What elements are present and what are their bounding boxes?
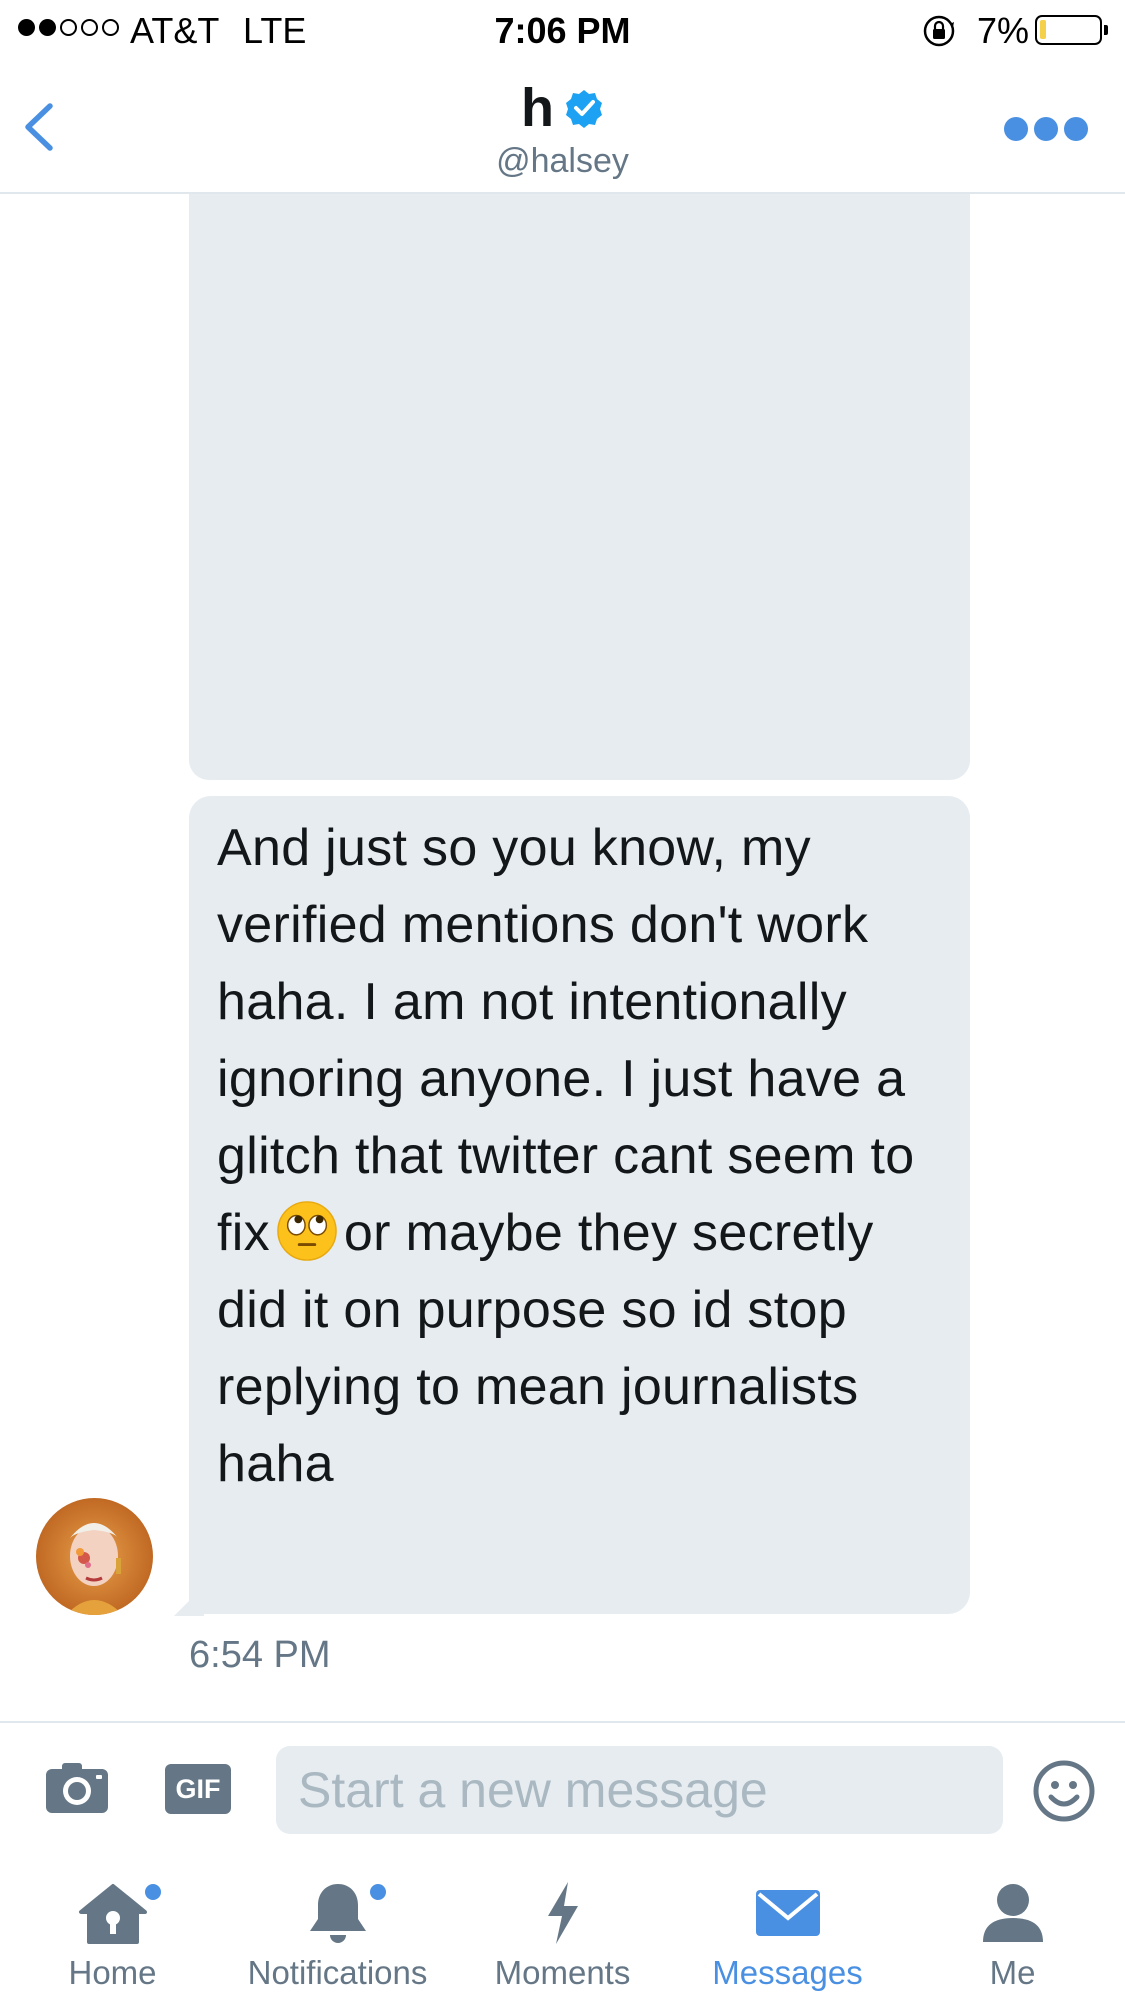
camera-button[interactable] — [44, 1761, 110, 1820]
tab-label: Me — [989, 1954, 1036, 1991]
message-timestamp: 6:54 PM — [189, 1634, 331, 1676]
more-dots-icon — [1004, 117, 1028, 141]
message-text: And just so you know, my verified mentio… — [217, 810, 950, 1503]
conversation-header: h @halsey — [0, 62, 1125, 194]
avatar[interactable] — [36, 1498, 153, 1615]
smiley-icon — [1033, 1760, 1095, 1822]
conversation-title[interactable]: h @halsey — [0, 80, 1125, 180]
status-time: 7:06 PM — [494, 10, 631, 51]
user-handle: @halsey — [496, 142, 629, 180]
emoji-button[interactable] — [1032, 1759, 1096, 1828]
gif-button[interactable]: GIF — [165, 1764, 231, 1814]
tab-bar: Home Notifications Moments Messages Me — [0, 1858, 1125, 2001]
conversation-thread[interactable]: And just so you know, my verified mentio… — [0, 194, 1125, 1720]
verified-badge-icon — [566, 90, 602, 128]
tab-home[interactable]: Home — [0, 1858, 225, 2001]
rotation-lock-icon — [922, 14, 956, 53]
tab-label: Messages — [712, 1954, 863, 1991]
bell-icon — [309, 1884, 366, 1943]
tab-label: Home — [68, 1954, 157, 1991]
message-bubble[interactable]: And just so you know, my verified mentio… — [189, 796, 970, 1614]
battery-icon — [1035, 15, 1102, 45]
lightning-icon — [547, 1882, 578, 1944]
face-with-rolling-eyes-icon — [277, 1201, 337, 1261]
camera-icon — [46, 1763, 108, 1813]
message-media-bubble[interactable] — [189, 194, 970, 780]
message-text-part: And just so you know, my verified mentio… — [217, 819, 915, 1262]
status-bar: AT&T LTE 7:06 PM 7% — [0, 0, 1125, 62]
tab-notifications[interactable]: Notifications — [225, 1858, 450, 2001]
envelope-icon — [755, 1890, 820, 1936]
notifications-badge — [370, 1884, 386, 1900]
tab-label: Moments — [494, 1954, 631, 1991]
display-name: h — [521, 78, 554, 138]
battery-percent: 7% — [977, 10, 1030, 51]
more-options-button[interactable] — [1004, 109, 1114, 149]
tab-messages[interactable]: Messages — [675, 1858, 900, 2001]
tab-label: Notifications — [247, 1954, 428, 1991]
home-badge — [145, 1884, 161, 1900]
message-input[interactable] — [276, 1746, 1003, 1834]
person-icon — [982, 1884, 1043, 1942]
tab-me[interactable]: Me — [900, 1858, 1125, 2001]
home-icon — [78, 1884, 147, 1944]
message-composer: GIF — [0, 1721, 1125, 1858]
tab-moments[interactable]: Moments — [450, 1858, 675, 2001]
